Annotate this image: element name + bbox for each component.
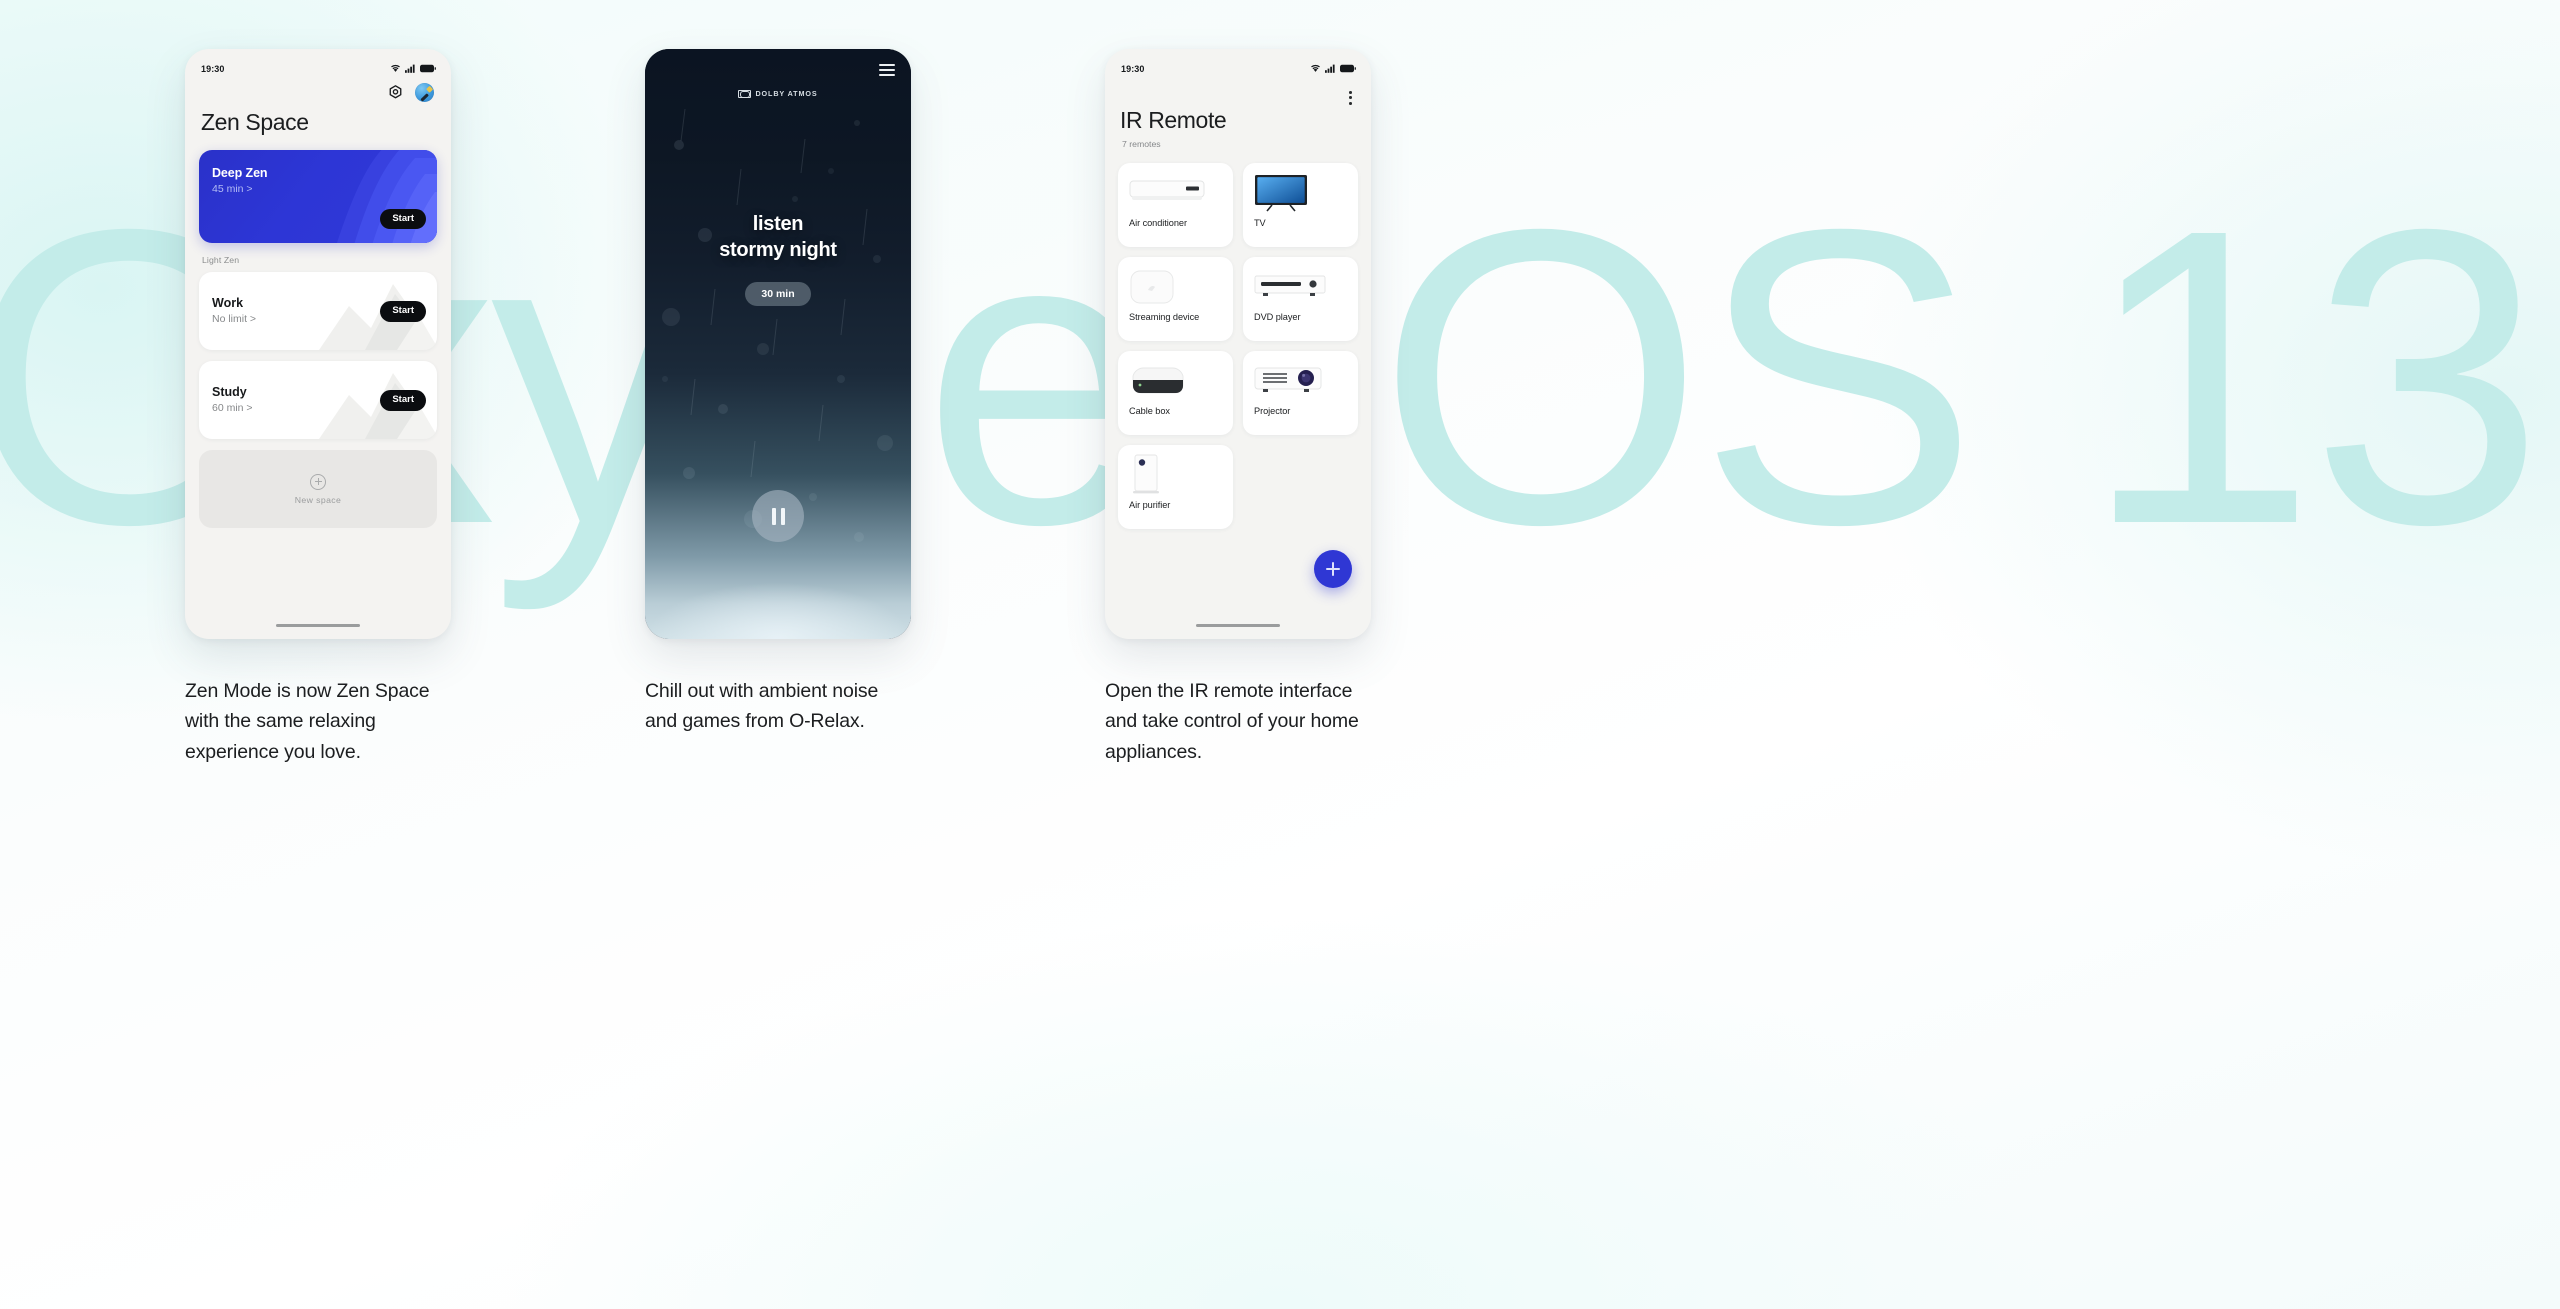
remote-card-dvd-player[interactable]: DVD player	[1243, 257, 1358, 341]
add-remote-fab[interactable]	[1314, 550, 1352, 588]
status-bar-time: 19:30	[1121, 63, 1145, 74]
home-indicator	[276, 624, 360, 627]
remote-card-label: Air conditioner	[1129, 218, 1187, 228]
phone-mockup-o-relax: 19:30 DOLBY ATMOS	[645, 49, 911, 639]
battery-icon	[1340, 64, 1356, 73]
status-bar-time: 19:30	[201, 63, 225, 74]
caption-o-relax: Chill out with ambient noise and games f…	[645, 680, 879, 733]
dvd-player-icon	[1254, 275, 1326, 296]
zen-card-duration: 45 min >	[212, 183, 253, 195]
section-label-light-zen: Light Zen	[202, 255, 240, 265]
remote-grid: Air conditioner TV Streaming device DVD …	[1105, 149, 1371, 529]
remote-card-label: DVD player	[1254, 312, 1301, 322]
remote-card-tv[interactable]: TV	[1243, 163, 1358, 247]
signal-icon	[1325, 64, 1335, 73]
remote-card-label: Streaming device	[1129, 312, 1200, 322]
dolby-logo-icon	[738, 89, 752, 98]
air-conditioner-icon	[1129, 172, 1233, 214]
zen-card-study[interactable]: Study 60 min > Start	[199, 361, 437, 439]
status-bar: 19:30	[185, 49, 451, 77]
phone-mockup-ir-remote: 19:30 IR Remote 7 remotes Air conditione…	[1105, 49, 1371, 639]
remote-card-cable-box[interactable]: Cable box	[1118, 351, 1233, 435]
streaming-device-icon	[1130, 270, 1174, 304]
dolby-atmos-text: DOLBY ATMOS	[755, 89, 818, 98]
hamburger-icon[interactable]	[879, 64, 895, 76]
headline-line-1: listen	[752, 213, 804, 235]
signal-icon	[405, 64, 415, 73]
status-bar-icons	[390, 64, 436, 73]
zen-space-list: Deep Zen 45 min > Start Light Zen Work N…	[185, 136, 451, 528]
start-button[interactable]: Start	[380, 208, 426, 229]
zen-topbar	[185, 77, 451, 102]
rain-particles-graphic	[662, 108, 893, 542]
status-bar-icons	[1310, 64, 1356, 73]
start-button[interactable]: Start	[380, 390, 426, 411]
new-space-label: New space	[294, 494, 342, 505]
tv-icon	[1255, 175, 1307, 212]
plus-circle-icon	[310, 473, 326, 490]
remote-card-projector[interactable]: Projector	[1243, 351, 1358, 435]
dolby-atmos-brand: DOLBY ATMOS	[645, 77, 911, 98]
now-playing-headline: listen stormy night 30 min	[645, 213, 911, 306]
stormy-night-background	[645, 49, 911, 639]
new-space-card[interactable]: New space	[199, 450, 437, 528]
dolby-atmos-label-row: DOLBY ATMOS	[738, 89, 817, 98]
pause-button[interactable]	[752, 490, 804, 542]
avatar[interactable]	[415, 83, 434, 102]
zen-card-deep-zen[interactable]: Deep Zen 45 min > Start	[199, 150, 437, 243]
status-bar: 19:30	[1105, 49, 1371, 77]
air-purifier-icon	[1133, 454, 1159, 494]
battery-icon	[420, 64, 436, 73]
zen-card-work[interactable]: Work No limit > Start	[199, 272, 437, 350]
remote-card-air-conditioner[interactable]: Air conditioner	[1118, 163, 1233, 247]
remote-card-label: Projector	[1254, 406, 1291, 416]
caption-ir-remote: Open the IR remote interface and take co…	[1105, 680, 1359, 763]
remote-card-streaming-device[interactable]: Streaming device	[1118, 257, 1233, 341]
projector-icon	[1254, 367, 1322, 392]
remote-card-label: Air purifier	[1129, 500, 1171, 510]
timer-chip[interactable]: 30 min	[745, 282, 811, 306]
page-subtitle: 7 remotes	[1122, 139, 1161, 149]
start-button[interactable]: Start	[380, 301, 426, 322]
kebab-menu-icon[interactable]	[1349, 91, 1352, 105]
remote-card-label: Cable box	[1129, 406, 1170, 416]
pause-icon	[771, 507, 776, 525]
caption-zen-space: Zen Mode is now Zen Space with the same …	[185, 680, 430, 763]
gear-icon[interactable]	[387, 84, 404, 101]
phone-mockup-zen-space: 19:30 Zen Space Deep Zen 45 min > Start …	[185, 49, 451, 639]
page-title: IR Remote	[1120, 107, 1227, 133]
page-title: Zen Space	[201, 109, 309, 135]
home-indicator	[1196, 624, 1280, 627]
remote-card-air-purifier[interactable]: Air purifier	[1118, 445, 1233, 529]
headline-line-2: stormy night	[719, 239, 837, 261]
wifi-icon	[391, 64, 400, 72]
remote-card-label: TV	[1254, 218, 1266, 228]
zen-card-title: Deep Zen	[212, 166, 268, 180]
cable-box-icon	[1132, 367, 1184, 394]
wifi-icon	[1311, 64, 1320, 72]
